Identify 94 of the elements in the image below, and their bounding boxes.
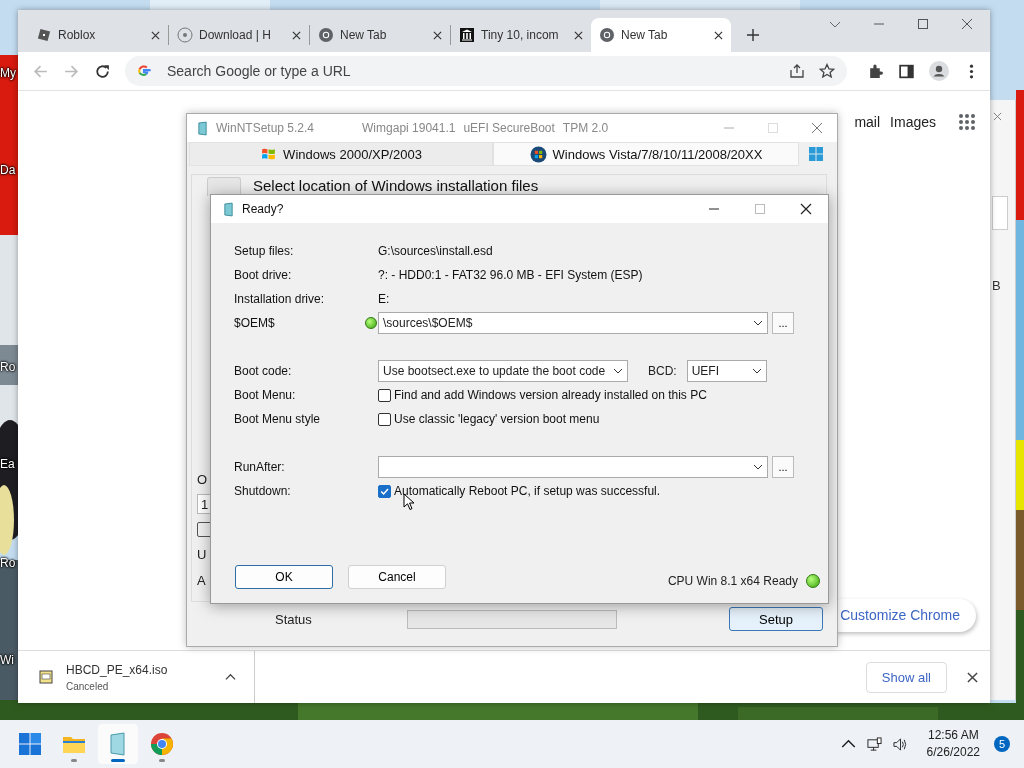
browser-tab[interactable]: Tiny 10, incom bbox=[451, 18, 591, 52]
checkbox[interactable] bbox=[378, 388, 391, 402]
new-tab-icon[interactable] bbox=[747, 29, 759, 41]
close-icon[interactable] bbox=[714, 30, 723, 40]
notification-badge[interactable]: 5 bbox=[994, 736, 1010, 752]
volume-icon[interactable] bbox=[892, 736, 908, 752]
taskbar-app[interactable] bbox=[98, 724, 138, 764]
clock[interactable]: 12:56 AM 6/26/2022 bbox=[926, 727, 980, 761]
download-item[interactable]: HBCD_PE_x64.iso Canceled bbox=[38, 651, 255, 703]
header-link[interactable]: Images bbox=[890, 114, 936, 130]
os-tab[interactable]: Windows 2000/XP/2003 bbox=[189, 142, 493, 166]
field-label: $OEM$ bbox=[234, 316, 276, 330]
close-icon[interactable] bbox=[967, 671, 978, 683]
section-title: Select location of Windows installation files bbox=[253, 177, 539, 194]
show-all-button[interactable]: Show all bbox=[865, 661, 947, 693]
caret-up-icon[interactable] bbox=[225, 671, 236, 683]
browse-button[interactable]: ... bbox=[772, 312, 794, 334]
checkbox[interactable] bbox=[378, 484, 391, 498]
field-label: Installation drive: bbox=[234, 292, 326, 306]
chevron-down-icon[interactable] bbox=[753, 318, 763, 328]
chrome-icon bbox=[318, 27, 334, 43]
path-combo[interactable]: \sources\$OEM$ bbox=[378, 312, 768, 334]
close-icon[interactable] bbox=[574, 30, 583, 40]
checkbox[interactable] bbox=[378, 412, 391, 426]
field-label: Setup files: bbox=[234, 244, 295, 258]
download-filename: HBCD_PE_x64.iso bbox=[66, 662, 169, 677]
size-text: B bbox=[992, 278, 1001, 293]
option-label: A bbox=[197, 573, 206, 589]
os-tab[interactable]: Windows Vista/7/8/10/11/2008/20XX bbox=[493, 142, 799, 166]
browser-tab[interactable]: New Tab bbox=[310, 18, 450, 52]
search-field[interactable]: Search Google or type a URL bbox=[165, 62, 775, 80]
close-icon[interactable] bbox=[800, 203, 812, 215]
field-value: E: bbox=[378, 292, 390, 306]
option-label: O bbox=[197, 472, 208, 488]
setup-button[interactable]: Setup bbox=[729, 607, 823, 631]
field-label: Boot Menu: bbox=[234, 388, 297, 402]
bcd-combo[interactable]: UEFI bbox=[686, 360, 767, 382]
browser-tab[interactable]: Download | H bbox=[169, 18, 309, 52]
app-icon bbox=[223, 201, 234, 217]
option-label: U bbox=[197, 547, 207, 563]
share-icon[interactable] bbox=[789, 63, 805, 79]
disc-file-icon bbox=[38, 669, 54, 685]
header-link[interactable]: mail bbox=[854, 114, 881, 130]
field-label: Shutdown: bbox=[234, 484, 292, 498]
field-value: ?: - HDD0:1 - FAT32 96.0 MB - EFI System (ESP) bbox=[378, 268, 643, 282]
puzzle-icon[interactable] bbox=[867, 62, 884, 80]
download-status: Canceled bbox=[66, 680, 110, 692]
profile-icon[interactable] bbox=[929, 61, 949, 81]
reload-icon[interactable] bbox=[94, 62, 111, 80]
chrome-icon bbox=[150, 732, 174, 756]
close-icon[interactable] bbox=[292, 30, 301, 40]
field-label: Boot drive: bbox=[234, 268, 293, 282]
checkbox-option[interactable]: Automatically Reboot PC, if setup was successful. bbox=[378, 484, 661, 498]
info-text: TPM 2.0 bbox=[562, 121, 609, 135]
dialog-title: Ready? bbox=[242, 202, 284, 216]
info-text: Wimgapi 19041.1 bbox=[362, 121, 456, 135]
windows-start-icon bbox=[18, 732, 42, 756]
windows-orb-icon bbox=[529, 145, 547, 163]
chrome-icon bbox=[599, 27, 615, 43]
ok-button[interactable]: OK bbox=[235, 565, 333, 589]
close-icon[interactable] bbox=[433, 30, 442, 40]
address-bar[interactable]: Search Google or type a URL bbox=[125, 56, 847, 86]
browse-button[interactable]: ... bbox=[772, 456, 794, 478]
field-label: Boot code: bbox=[234, 364, 293, 378]
chevron-down-icon[interactable] bbox=[751, 366, 762, 376]
field-value: G:\sources\install.esd bbox=[378, 244, 493, 258]
window-title: WinNTSetup 5.2.4 bbox=[216, 121, 315, 135]
chevron-down-icon[interactable] bbox=[753, 462, 763, 472]
status-led bbox=[806, 574, 820, 588]
google-icon bbox=[137, 64, 151, 78]
bcd-label: BCD: bbox=[648, 364, 677, 378]
network-icon[interactable] bbox=[866, 736, 882, 752]
app-icon bbox=[197, 120, 208, 136]
side-panel-icon[interactable] bbox=[898, 62, 915, 80]
input-field[interactable] bbox=[992, 196, 1008, 230]
browser-tab[interactable]: Roblox bbox=[28, 18, 168, 52]
roblox-icon bbox=[36, 27, 52, 43]
star-icon[interactable] bbox=[819, 63, 835, 79]
cancel-button[interactable]: Cancel bbox=[348, 565, 446, 589]
disc-icon bbox=[177, 27, 193, 43]
info-text: uEFI SecureBoot bbox=[463, 121, 555, 135]
checkbox-option[interactable]: Use classic 'legacy' version boot menu bbox=[378, 412, 600, 426]
status-text: CPU Win 8.1 x64 Ready bbox=[667, 574, 798, 588]
maximize-icon[interactable] bbox=[917, 18, 929, 30]
browser-tab[interactable]: New Tab bbox=[591, 18, 731, 52]
status-label: Status bbox=[275, 611, 313, 627]
boot-code-combo[interactable]: Use bootsect.exe to update the boot code bbox=[378, 360, 628, 382]
apps-grid-icon[interactable] bbox=[958, 113, 976, 131]
checkbox-option[interactable]: Find and add Windows version already installed on this PC bbox=[378, 388, 707, 402]
field-label: RunAfter: bbox=[234, 460, 286, 474]
building-icon bbox=[459, 27, 475, 43]
field-label: Boot Menu style bbox=[234, 412, 322, 426]
chevron-down-icon[interactable] bbox=[613, 366, 623, 376]
close-icon[interactable] bbox=[151, 30, 160, 40]
